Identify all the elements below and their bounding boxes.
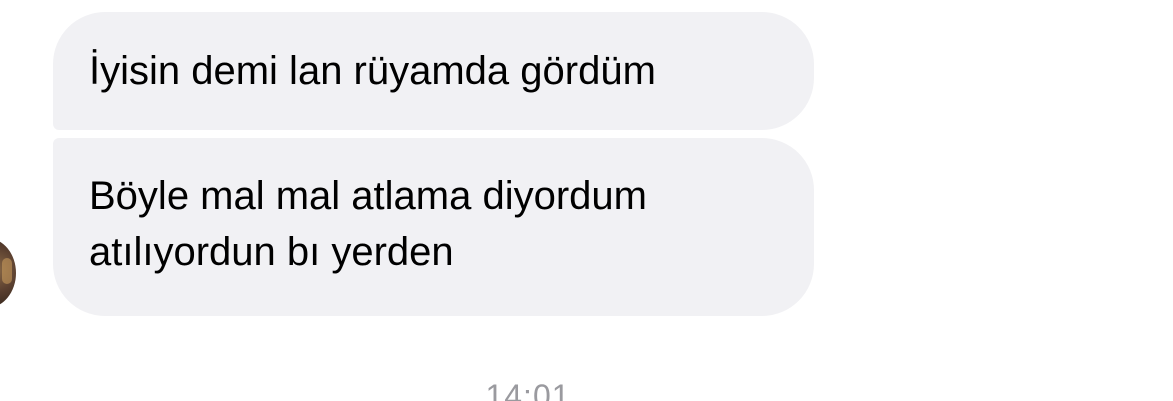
message-bubble[interactable]: İyisin demi lan rüyamda gördüm: [53, 12, 814, 130]
message-text: Böyle mal mal atlama diyordum: [89, 174, 647, 218]
message-text: İyisin demi lan rüyamda gördüm: [89, 49, 656, 93]
message-text: atılıyordun bı yerden: [89, 230, 454, 274]
message-timestamp: 14:01: [485, 378, 571, 401]
chat-thread: İyisin demi lan rüyamda gördüm Böyle mal…: [0, 0, 1173, 401]
sender-avatar[interactable]: [0, 238, 16, 308]
message-bubble[interactable]: Böyle mal mal atlama diyordum atılıyordu…: [53, 138, 814, 316]
